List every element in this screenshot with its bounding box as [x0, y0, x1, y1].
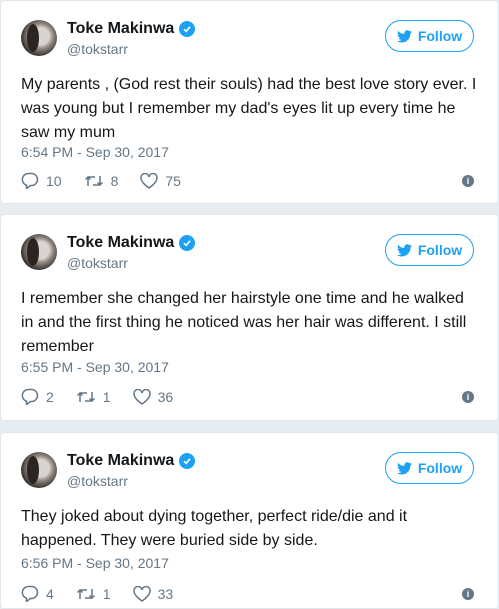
tweet-actions: 10 8 75 — [21, 172, 181, 189]
reply-icon — [21, 172, 39, 189]
like-count: 75 — [165, 172, 181, 189]
reply-count: 2 — [46, 388, 54, 405]
reply-button[interactable]: 4 — [21, 585, 54, 602]
tweet-timestamp[interactable]: 6:55 PM - Sep 30, 2017 — [21, 359, 169, 375]
tweet-text: I remember she changed her hairstyle one… — [21, 290, 467, 355]
like-count: 33 — [157, 585, 174, 602]
like-button[interactable]: 33 — [132, 585, 174, 602]
tweet-card[interactable]: Toke Makinwa @tokstarr Follow I remember… — [0, 214, 499, 421]
retweet-count: 8 — [110, 172, 119, 189]
reply-button[interactable]: 2 — [21, 388, 54, 405]
retweet-button[interactable]: 1 — [76, 389, 111, 405]
retweet-icon — [76, 391, 95, 402]
author-row: Toke Makinwa — [67, 234, 196, 252]
info-icon[interactable]: i — [462, 391, 474, 403]
follow-button[interactable]: Follow — [385, 234, 474, 266]
tweet-card[interactable]: Toke Makinwa @tokstarr Follow They joked… — [0, 432, 499, 609]
reply-count: 4 — [46, 585, 54, 602]
follow-label: Follow — [417, 28, 463, 44]
verified-badge-icon — [179, 235, 196, 251]
author-handle[interactable]: @tokstarr — [67, 41, 128, 57]
retweet-icon — [76, 588, 95, 599]
heart-icon — [140, 172, 159, 189]
tweet-text: My parents , (God rest their souls) had … — [21, 76, 477, 141]
tweet-timestamp[interactable]: 6:54 PM - Sep 30, 2017 — [21, 144, 169, 160]
follow-label: Follow — [417, 242, 463, 258]
follow-button[interactable]: Follow — [385, 20, 474, 52]
tweet-text: They joked about dying together, perfect… — [21, 508, 408, 549]
author-handle[interactable]: @tokstarr — [67, 255, 128, 271]
retweet-count: 1 — [102, 585, 111, 602]
heart-icon — [132, 388, 151, 405]
heart-icon — [132, 585, 151, 602]
verified-badge-icon — [179, 453, 196, 469]
retweet-icon — [84, 175, 103, 186]
verified-badge-icon — [179, 21, 196, 37]
follow-button[interactable]: Follow — [385, 452, 474, 484]
avatar[interactable] — [21, 20, 57, 56]
author-name[interactable]: Toke Makinwa — [67, 20, 174, 38]
retweet-button[interactable]: 1 — [76, 586, 111, 602]
reply-button[interactable]: 10 — [21, 172, 62, 189]
twitter-bird-icon — [396, 243, 412, 256]
author-name[interactable]: Toke Makinwa — [67, 452, 174, 470]
tweet-actions: 4 1 33 — [21, 585, 173, 602]
author-handle[interactable]: @tokstarr — [67, 473, 128, 489]
author-name[interactable]: Toke Makinwa — [67, 234, 174, 252]
avatar[interactable] — [21, 452, 57, 488]
retweet-count: 1 — [102, 388, 111, 405]
info-icon[interactable]: i — [462, 588, 474, 600]
info-icon[interactable]: i — [462, 175, 474, 187]
tweet-actions: 2 1 36 — [21, 388, 173, 405]
follow-label: Follow — [417, 460, 463, 476]
avatar[interactable] — [21, 234, 57, 270]
tweet-card[interactable]: Toke Makinwa @tokstarr Follow My parents… — [0, 0, 499, 204]
tweet-timestamp[interactable]: 6:56 PM - Sep 30, 2017 — [21, 555, 169, 571]
reply-icon — [21, 585, 39, 602]
twitter-bird-icon — [396, 461, 412, 474]
like-button[interactable]: 36 — [132, 388, 174, 405]
author-row: Toke Makinwa — [67, 452, 196, 470]
retweet-button[interactable]: 8 — [84, 172, 119, 189]
author-row: Toke Makinwa — [67, 20, 196, 38]
like-button[interactable]: 75 — [140, 172, 181, 189]
reply-count: 10 — [46, 172, 62, 189]
reply-icon — [21, 388, 39, 405]
tweet-feed: Toke Makinwa @tokstarr Follow My parents… — [0, 0, 499, 609]
like-count: 36 — [157, 388, 174, 405]
twitter-bird-icon — [396, 29, 412, 42]
